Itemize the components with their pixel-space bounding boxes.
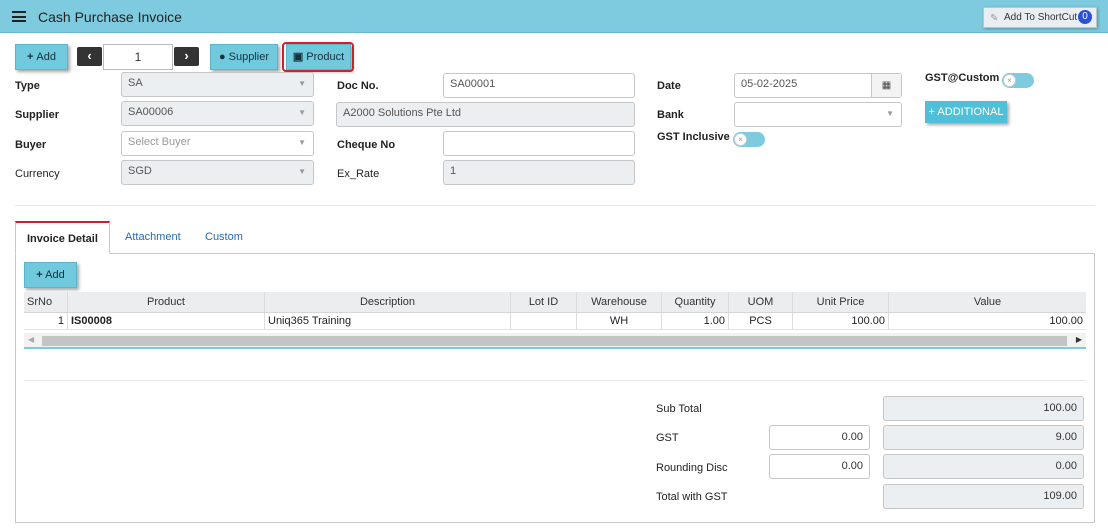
ex-rate-label: Ex_Rate	[337, 168, 380, 180]
add-button[interactable]: + Add	[15, 44, 68, 70]
horizontal-scrollbar[interactable]: ◀ ▶	[24, 333, 1086, 349]
currency-select[interactable]: SGD ▼	[121, 160, 314, 185]
column-header-srno[interactable]: SrNo	[24, 292, 68, 312]
ex-rate-field: 1	[443, 160, 635, 185]
title-bar: Cash Purchase Invoice ✎ Add To ShortCut …	[0, 0, 1108, 33]
bank-select[interactable]: ▼	[734, 102, 902, 127]
dropdown-caret-icon: ▼	[298, 167, 306, 176]
supplier-select[interactable]: SA00006 ▼	[121, 101, 314, 126]
gst-rate-input[interactable]: 0.00	[769, 425, 870, 450]
shortcut-label: Add To ShortCut	[1004, 12, 1078, 23]
scroll-left-icon[interactable]: ◀	[28, 335, 34, 344]
rounding-disc-label: Rounding Disc	[656, 462, 728, 474]
gst-custom-label: GST@Custom	[925, 72, 1000, 84]
cell-warehouse: WH	[577, 313, 662, 329]
tab-bar: Invoice Detail Attachment Custom	[15, 221, 1095, 254]
supplier-button-label: Supplier	[228, 51, 269, 63]
additional-button-label: ADDITIONAL	[937, 106, 1004, 118]
cell-lot-id	[511, 313, 577, 329]
gst-field: 9.00	[883, 425, 1084, 450]
column-header-value[interactable]: Value	[889, 292, 1086, 312]
divider	[15, 205, 1095, 206]
scroll-right-icon[interactable]: ▶	[1076, 335, 1082, 344]
grid-add-label: Add	[45, 269, 65, 281]
supplier-label: Supplier	[15, 109, 60, 121]
user-icon: ●	[218, 51, 226, 63]
buyer-select[interactable]: Select Buyer ▼	[121, 131, 314, 156]
doc-no-input[interactable]: SA00001	[443, 73, 635, 98]
gst-inclusive-label: GST Inclusive	[657, 131, 730, 143]
supplier-value: SA00006	[128, 106, 174, 118]
rounding-disc-field: 0.00	[883, 454, 1084, 479]
close-icon: ×	[734, 133, 747, 146]
column-header-uom[interactable]: UOM	[729, 292, 793, 312]
chevron-right-icon[interactable]: ›	[174, 47, 199, 66]
chevron-left-icon[interactable]: ‹	[77, 47, 102, 66]
type-label: Type	[15, 80, 40, 92]
buyer-label: Buyer	[15, 139, 47, 151]
supplier-name-field: A2000 Solutions Pte Ltd	[336, 102, 635, 127]
dropdown-caret-icon: ▼	[886, 109, 894, 118]
buyer-placeholder: Select Buyer	[128, 136, 191, 148]
tab-invoice-detail[interactable]: Invoice Detail	[15, 221, 110, 254]
cell-uom: PCS	[729, 313, 793, 329]
tab-custom[interactable]: Custom	[205, 221, 243, 254]
currency-label: Currency	[15, 168, 60, 180]
plus-icon: +	[36, 269, 43, 281]
cell-product-link[interactable]: IS00008	[68, 313, 265, 329]
supplier-button[interactable]: ● Supplier	[210, 44, 278, 70]
bank-label: Bank	[657, 109, 684, 121]
cell-quantity: 1.00	[662, 313, 729, 329]
pin-icon: ✎	[990, 13, 999, 24]
rounding-disc-input[interactable]: 0.00	[769, 454, 870, 479]
column-header-description[interactable]: Description	[265, 292, 511, 312]
add-button-label: Add	[36, 51, 56, 63]
cheque-no-input[interactable]	[443, 131, 635, 156]
type-select[interactable]: SA ▼	[121, 72, 314, 97]
additional-button[interactable]: + ADDITIONAL	[925, 101, 1007, 123]
cell-value: 100.00	[1049, 315, 1083, 327]
column-header-unit-price[interactable]: Unit Price	[793, 292, 889, 312]
menu-icon[interactable]	[12, 11, 26, 22]
scrollbar-thumb[interactable]	[42, 336, 1067, 346]
doc-no-label: Doc No.	[337, 80, 379, 92]
date-value: 05-02-2025	[741, 78, 798, 90]
grid-header: SrNo Product Description Lot ID Warehous…	[24, 292, 1086, 313]
record-number-input[interactable]: 1	[103, 44, 173, 70]
column-header-warehouse[interactable]: Warehouse	[577, 292, 662, 312]
column-header-lot-id[interactable]: Lot ID	[511, 292, 577, 312]
cell-srno: 1	[24, 313, 68, 329]
currency-value: SGD	[128, 165, 152, 177]
type-value: SA	[128, 77, 143, 89]
cell-unit-price: 100.00	[793, 313, 889, 329]
cheque-no-label: Cheque No	[337, 139, 396, 151]
divider	[24, 380, 1086, 381]
sub-total-field: 100.00	[883, 396, 1084, 421]
gst-custom-toggle[interactable]: ×	[1002, 73, 1034, 88]
column-header-quantity[interactable]: Quantity	[662, 292, 729, 312]
tab-attachment[interactable]: Attachment	[125, 221, 181, 254]
grid-add-button[interactable]: + Add	[24, 262, 77, 288]
dropdown-caret-icon: ▼	[298, 138, 306, 147]
table-row[interactable]: 1 IS00008 Uniq365 Training WH 1.00 PCS 1…	[24, 313, 1086, 330]
sub-total-label: Sub Total	[656, 403, 702, 415]
date-label: Date	[657, 80, 681, 92]
dropdown-caret-icon: ▼	[298, 79, 306, 88]
shortcut-count-badge: 0	[1078, 10, 1092, 24]
cell-description: Uniq365 Training	[265, 313, 511, 329]
dropdown-caret-icon: ▼	[298, 108, 306, 117]
page-title: Cash Purchase Invoice	[38, 9, 182, 25]
gst-label: GST	[656, 432, 679, 444]
plus-icon: +	[26, 51, 34, 63]
total-with-gst-label: Total with GST	[656, 491, 728, 503]
gst-inclusive-toggle[interactable]: ×	[733, 132, 765, 147]
add-to-shortcut-button[interactable]: ✎ Add To ShortCut 0	[983, 7, 1097, 28]
column-header-product[interactable]: Product	[68, 292, 265, 312]
invoice-detail-grid: SrNo Product Description Lot ID Warehous…	[24, 292, 1086, 330]
close-icon: ×	[1003, 74, 1016, 87]
total-with-gst-field: 109.00	[883, 484, 1084, 509]
product-button-highlight	[282, 42, 354, 72]
calendar-icon[interactable]: ▦	[871, 74, 901, 97]
date-input[interactable]: 05-02-2025 ▦	[734, 73, 902, 98]
